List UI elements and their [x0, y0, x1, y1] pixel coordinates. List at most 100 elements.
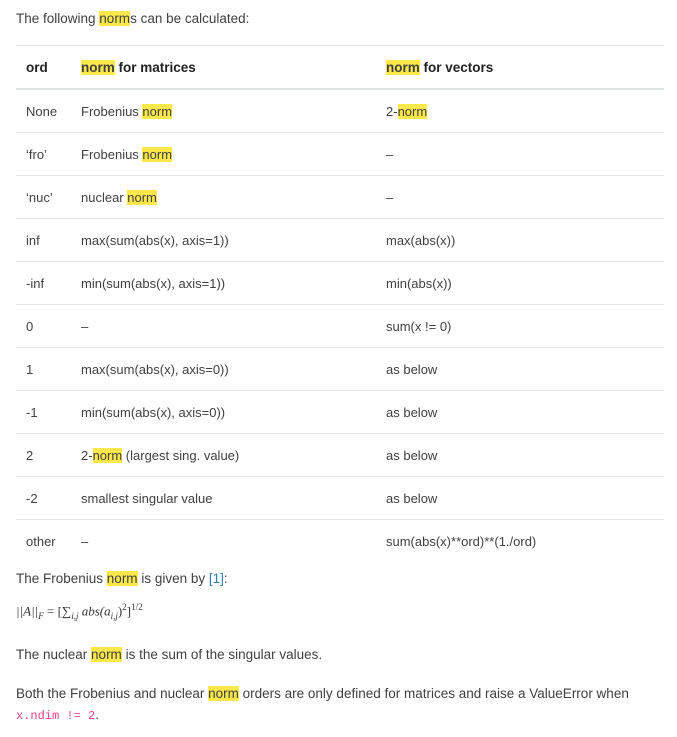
cell-vectors-text: max(abs(x)): [386, 232, 456, 248]
intro-paragraph: The following norms can be calculated:: [16, 11, 249, 26]
both-text-mid: orders are only defined for matrices and…: [238, 686, 629, 701]
search-highlight: norm: [91, 647, 122, 662]
search-highlight: norm: [99, 11, 131, 26]
cell-vectors-text: –: [386, 189, 394, 205]
formula-lhs: ||A||: [16, 603, 39, 619]
cell-vectors: as below: [376, 434, 664, 477]
cell-ord: inf: [26, 232, 40, 248]
search-highlight: norm: [142, 146, 173, 162]
cell-ord: 1: [26, 361, 34, 377]
cell-vectors: max(abs(x)): [376, 219, 664, 262]
cell-vectors: –: [376, 176, 664, 219]
formula-eq: = [: [43, 603, 62, 619]
frob-text-end: :: [223, 571, 228, 586]
both-text-end: .: [95, 707, 99, 722]
cell-matrices: max(sum(abs(x), axis=0)): [71, 348, 376, 391]
cell-vectors-text: as below: [386, 490, 438, 506]
header-matrices: norm for matrices: [71, 46, 376, 90]
cell-vectors-text: min(abs(x)): [386, 275, 452, 291]
cell-vectors-text: as below: [386, 447, 438, 463]
table-row: -2 smallest singular value as below: [16, 477, 664, 520]
cell-matrices-text: –: [81, 318, 89, 334]
cell-ord: -2: [26, 490, 38, 506]
table-header-row: ord norm for matrices norm for vectors: [16, 45, 664, 90]
search-highlight: norm: [127, 189, 157, 205]
formula-exponent: 1/2: [131, 602, 143, 612]
table-row: ‘nuc’ nuclear norm –: [16, 176, 664, 219]
cell-matrices: –: [71, 520, 376, 563]
cell-ord: 2: [26, 447, 34, 463]
cell-vectors-text: as below: [386, 404, 438, 420]
cell-vectors-text: 2-: [386, 103, 398, 119]
inline-code: x.ndim != 2: [16, 709, 96, 723]
frob-text-mid: is given by: [137, 571, 209, 586]
table-row: None Frobenius norm 2-norm: [16, 89, 664, 133]
header-vectors: norm for vectors: [376, 46, 664, 90]
nuclear-paragraph: The nuclear norm is the sum of the singu…: [16, 647, 322, 662]
cell-ord: None: [26, 103, 58, 119]
cell-vectors-text: sum(abs(x)**ord)**(1./ord): [386, 533, 537, 549]
cell-matrices-text: 2-: [81, 447, 93, 463]
cell-matrices-text: (largest sing. value): [122, 447, 240, 463]
table-row: other – sum(abs(x)**ord)**(1./ord): [16, 520, 664, 563]
search-highlight: norm: [386, 59, 420, 75]
cell-vectors: 2-norm: [376, 89, 664, 133]
table-row: 2 2-norm (largest sing. value) as below: [16, 434, 664, 477]
cell-ord: other: [26, 533, 56, 549]
citation-link[interactable]: [1]: [209, 571, 224, 586]
intro-text-end: s can be calculated:: [130, 11, 250, 26]
cell-matrices: Frobenius norm: [71, 89, 376, 133]
table-row: 0 – sum(x != 0): [16, 305, 664, 348]
norms-table: ord norm for matrices norm for vectors N…: [16, 45, 664, 562]
cell-vectors: as below: [376, 477, 664, 520]
cell-vectors: as below: [376, 348, 664, 391]
cell-matrices-text: Frobenius: [81, 103, 143, 119]
formula-body: abs(a: [78, 603, 111, 619]
frobenius-formula: ||A||F = [∑i,j abs(ai,j)2]1/2: [16, 602, 143, 621]
cell-ord: ‘nuc’: [26, 189, 53, 205]
search-highlight: norm: [106, 571, 138, 586]
cell-matrices-text: Frobenius: [81, 146, 143, 162]
cell-vectors-text: as below: [386, 361, 438, 377]
nuclear-text: The nuclear: [16, 647, 92, 662]
header-matrices-text: for matrices: [114, 59, 196, 75]
header-ord: ord: [26, 59, 48, 75]
table-row: ‘fro’ Frobenius norm –: [16, 133, 664, 176]
cell-matrices-text: max(sum(abs(x), axis=0)): [81, 361, 229, 377]
search-highlight: norm: [397, 103, 428, 119]
cell-matrices-text: min(sum(abs(x), axis=0)): [81, 404, 226, 420]
table-row: 1 max(sum(abs(x), axis=0)) as below: [16, 348, 664, 391]
cell-matrices-text: –: [81, 533, 89, 549]
cell-ord: -inf: [26, 275, 45, 291]
cell-vectors: as below: [376, 391, 664, 434]
cell-matrices-text: max(sum(abs(x), axis=1)): [81, 232, 229, 248]
cell-ord: ‘fro’: [26, 146, 47, 162]
frob-text: The Frobenius: [16, 571, 107, 586]
table-row: -inf min(sum(abs(x), axis=1)) min(abs(x)): [16, 262, 664, 305]
search-highlight: norm: [92, 447, 123, 463]
formula-body-sub: i,j: [110, 610, 118, 621]
table-row: -1 min(sum(abs(x), axis=0)) as below: [16, 391, 664, 434]
intro-text: The following: [16, 11, 100, 26]
cell-matrices: 2-norm (largest sing. value): [71, 434, 376, 477]
header-vectors-text: for vectors: [419, 59, 494, 75]
nuclear-text-end: is the sum of the singular values.: [121, 647, 323, 662]
cell-matrices-text: min(sum(abs(x), axis=1)): [81, 275, 226, 291]
cell-vectors: min(abs(x)): [376, 262, 664, 305]
search-highlight: norm: [142, 103, 173, 119]
cell-ord: 0: [26, 318, 34, 334]
cell-vectors: –: [376, 133, 664, 176]
cell-matrices: min(sum(abs(x), axis=1)): [71, 262, 376, 305]
cell-matrices-text: smallest singular value: [81, 490, 213, 506]
cell-matrices: nuclear norm: [71, 176, 376, 219]
cell-vectors: sum(x != 0): [376, 305, 664, 348]
search-highlight: norm: [81, 59, 115, 75]
cell-matrices: min(sum(abs(x), axis=0)): [71, 391, 376, 434]
valueerror-paragraph: Both the Frobenius and nuclear norm orde…: [16, 683, 646, 727]
cell-matrices: smallest singular value: [71, 477, 376, 520]
cell-vectors-text: –: [386, 146, 394, 162]
sum-symbol: ∑: [61, 603, 72, 619]
cell-matrices-text: nuclear: [81, 189, 128, 205]
cell-matrices: max(sum(abs(x), axis=1)): [71, 219, 376, 262]
cell-matrices: Frobenius norm: [71, 133, 376, 176]
